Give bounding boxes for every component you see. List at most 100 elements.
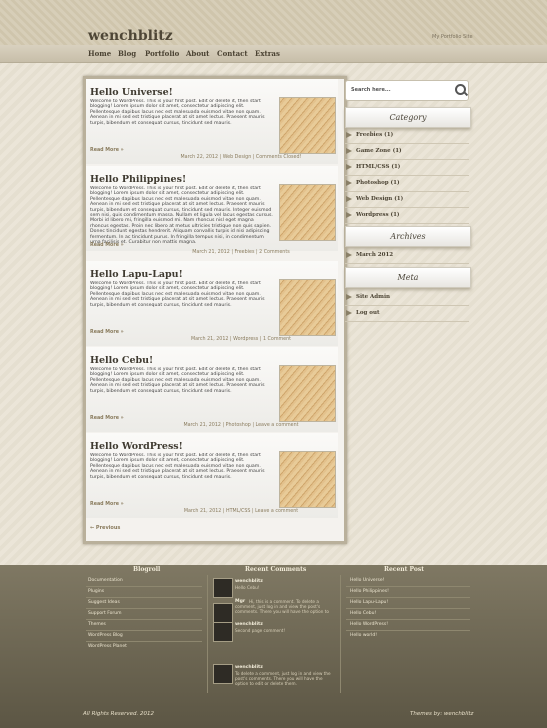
comment-author[interactable]: wenchblitz (235, 622, 263, 627)
avatar (213, 664, 233, 684)
post-title[interactable]: Hello Cebu! (90, 355, 153, 366)
category-item[interactable]: Game Zone (1) (345, 144, 469, 160)
read-more-link[interactable]: Read More » (90, 416, 124, 421)
recent-post-heading: Recent Post (384, 566, 424, 573)
post-thumbnail[interactable] (279, 184, 336, 241)
category-item[interactable]: Wordpress (1) (345, 208, 469, 224)
post-meta[interactable]: March 21, 2012 | Freebies | 2 Comments (146, 250, 336, 255)
nav-portfolio[interactable]: Portfolio (145, 49, 179, 58)
meta-item-log-out[interactable]: Log out (345, 306, 469, 322)
recent-post-link[interactable]: Hello Universe! (350, 578, 384, 583)
post-excerpt: Welcome to WordPress. This is your first… (90, 99, 265, 126)
footer-divider (340, 575, 341, 693)
read-more-link[interactable]: Read More » (90, 243, 124, 248)
copyright-text: All Rights Reserved. 2012 (83, 711, 155, 717)
post-hello-lapu-lapu: Hello Lapu-Lapu! Welcome to WordPress. T… (86, 261, 338, 346)
footer-rule (86, 641, 202, 642)
comment-text[interactable]: To delete a comment, just log in and vie… (235, 671, 335, 686)
post-hello-cebu: Hello Cebu! Welcome to WordPress. This i… (86, 347, 338, 432)
category-item[interactable]: Freebies (1) (345, 128, 469, 144)
arrow-icon (346, 180, 352, 186)
blogroll-link[interactable]: WordPress Planet (88, 644, 127, 649)
comment-author[interactable]: wenchblitz (235, 665, 263, 670)
read-more-link[interactable]: Read More » (90, 502, 124, 507)
nav-home[interactable]: Home (88, 49, 111, 58)
comment-text[interactable]: Second page comment! (235, 628, 335, 640)
blogroll-link[interactable]: Plugins (88, 589, 104, 594)
arrow-icon (346, 252, 352, 258)
comment-text[interactable]: Hello Cebu! (235, 585, 335, 595)
post-meta[interactable]: March 21, 2012 | HTML/CSS | Leave a comm… (146, 509, 336, 514)
recent-post-link[interactable]: Hello WordPress! (350, 622, 388, 627)
avatar (213, 603, 233, 623)
post-excerpt: Welcome to WordPress. This is your first… (90, 281, 265, 308)
read-more-link[interactable]: Read More » (90, 330, 124, 335)
recent-post-link[interactable]: Hello Cebu! (350, 611, 376, 616)
blogroll-heading: Blogroll (133, 566, 161, 573)
blogroll-link[interactable]: Themes (88, 622, 106, 627)
avatar (213, 578, 233, 598)
post-title[interactable]: Hello Universe! (90, 87, 173, 98)
post-hello-universe: Hello Universe! Welcome to WordPress. Th… (86, 79, 338, 164)
blogroll-link[interactable]: WordPress Blog (88, 633, 123, 638)
footer-rule (346, 608, 470, 609)
post-thumbnail[interactable] (279, 365, 336, 422)
read-more-link[interactable]: Read More » (90, 148, 124, 153)
recent-post-link[interactable]: Hello world! (350, 633, 377, 638)
comment-author[interactable]: wenchblitz (235, 579, 263, 584)
footer-rule (86, 630, 202, 631)
arrow-icon (346, 196, 352, 202)
nav-blog[interactable]: Blog (118, 49, 136, 58)
post-thumbnail[interactable] (279, 279, 336, 336)
blogroll-link[interactable]: Documentation (88, 578, 123, 583)
arrow-icon (346, 212, 352, 218)
post-excerpt: Welcome to WordPress. This is your first… (90, 453, 265, 480)
footer-rule (86, 597, 202, 598)
avatar (213, 622, 233, 642)
category-heading: Category (345, 107, 471, 128)
category-item[interactable]: Photoshop (1) (345, 176, 469, 192)
search-input[interactable]: Search here... (351, 87, 391, 93)
recent-post-link[interactable]: Hello Philippines! (350, 589, 389, 594)
previous-page-link[interactable]: ← Previous (90, 525, 120, 531)
comment-text[interactable]: Hi, this is a comment. To delete a comme… (235, 599, 335, 614)
post-title[interactable]: Hello WordPress! (90, 441, 183, 452)
blogroll-link[interactable]: Suggest Ideas (88, 600, 120, 605)
footer-rule (346, 630, 470, 631)
post-excerpt: Welcome to WordPress. This is your first… (90, 367, 265, 394)
footer-rule (86, 619, 202, 620)
recent-comments-heading: Recent Comments (245, 566, 307, 573)
search-icon[interactable] (455, 84, 466, 95)
post-title[interactable]: Hello Lapu-Lapu! (90, 269, 183, 280)
post-thumbnail[interactable] (279, 97, 336, 154)
post-thumbnail[interactable] (279, 451, 336, 508)
nav-contact[interactable]: Contact (217, 49, 248, 58)
recent-post-link[interactable]: Hello Lapu-Lapu! (350, 600, 388, 605)
arrow-icon (346, 294, 352, 300)
search-box[interactable]: Search here... (345, 80, 469, 101)
footer-rule (346, 586, 470, 587)
category-item[interactable]: Web Design (1) (345, 192, 469, 208)
footer-rule (86, 608, 202, 609)
footer-rule (86, 586, 202, 587)
post-meta[interactable]: March 21, 2012 | Wordpress | 1 Comment (146, 337, 336, 342)
meta-item-site-admin[interactable]: Site Admin (345, 290, 469, 306)
arrow-icon (346, 132, 352, 138)
nav-extras[interactable]: Extras (255, 49, 280, 58)
arrow-icon (346, 310, 352, 316)
site-title[interactable]: wenchblitz (88, 28, 173, 44)
category-item[interactable]: HTML/CSS (1) (345, 160, 469, 176)
post-meta[interactable]: March 22, 2012 | Web Design | Comments C… (146, 155, 336, 160)
arrow-icon (346, 148, 352, 154)
site-tagline: My Portfolio Site (432, 34, 473, 40)
theme-credit[interactable]: Themes by: wenchblitz (410, 711, 473, 717)
footer-rule (346, 619, 470, 620)
footer-rule (346, 597, 470, 598)
archive-item[interactable]: March 2012 (345, 248, 469, 264)
post-title[interactable]: Hello Philippines! (90, 174, 186, 185)
arrow-icon (346, 164, 352, 170)
post-meta[interactable]: March 21, 2012 | Photoshop | Leave a com… (146, 423, 336, 428)
post-hello-philippines: Hello Philippines! Welcome to WordPress.… (86, 166, 338, 255)
nav-about[interactable]: About (186, 49, 209, 58)
blogroll-link[interactable]: Support Forum (88, 611, 122, 616)
